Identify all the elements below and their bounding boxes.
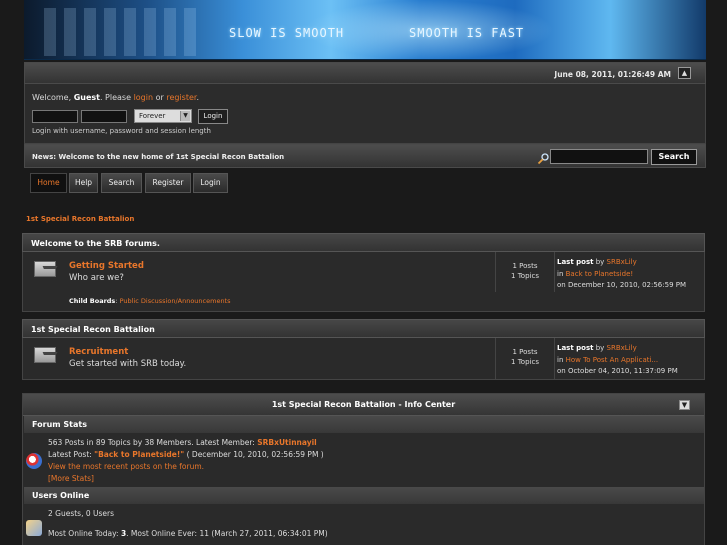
board-topics: 1 Topics [511,272,539,280]
period: . [196,93,200,102]
collapse-header-button[interactable]: ▲ [678,67,691,79]
most-online-ever: . Most Online Ever: 11 (March 27, 2011, … [126,529,328,538]
last-post-author[interactable]: SRBxLily [607,258,637,266]
please-text: . Please [99,93,134,102]
forum-stats-header: Forum Stats [24,416,704,433]
banner-decoration [44,8,204,56]
child-boards-label: Child Boards [69,297,116,305]
users-online-count: 2 Guests, 0 Users [48,509,115,518]
most-online-label: Most Online Today: [48,529,121,538]
last-post-topic[interactable]: Back to Planetside! [566,270,634,278]
last-post-date: on October 04, 2010, 11:37:09 PM [557,367,678,375]
latest-post-link[interactable]: "Back to Planetside!" [94,450,184,459]
last-post-author[interactable]: SRBxLily [607,344,637,352]
board-title[interactable]: Getting Started [69,261,144,271]
users-online-header: Users Online [24,487,704,504]
tab-login[interactable]: Login [193,173,228,193]
child-boards: Child Boards: Public Discussion/Announce… [69,297,231,305]
board-last-post: Last post by SRBxLily in How To Post An … [557,343,678,378]
more-stats-link[interactable]: [More Stats] [48,474,94,483]
last-post-topic[interactable]: How To Post An Applicati... [566,356,658,364]
tab-home[interactable]: Home [30,173,67,193]
last-post-date: on December 10, 2010, 02:56:59 PM [557,281,687,289]
latest-member-link[interactable]: SRBxUtinnayil [257,438,317,447]
info-center-toggle-button[interactable]: ▼ [679,400,690,410]
login-hint: Login with username, password and sessio… [32,127,211,135]
board-icon [34,347,56,363]
users-online-icon [26,520,42,536]
stats-summary: 563 Posts in 89 Topics by 38 Members. La… [48,438,258,447]
board-icon [34,261,56,277]
current-datetime: June 08, 2011, 01:26:49 AM [554,70,671,79]
news-text: News: Welcome to the new home of 1st Spe… [32,153,285,161]
in-text: in [557,269,564,278]
board-description: Who are we? [69,273,124,283]
arrow-up-icon: ▲ [681,69,688,77]
chevron-down-icon: ▼ [180,111,190,121]
search-button[interactable]: Search [651,149,697,165]
board-stats: 1 Posts 1 Topics [495,338,555,379]
stats-icon [26,453,42,469]
top-bar: June 08, 2011, 01:26:49 AM ▲ [24,62,706,84]
by-text: by [595,344,605,352]
board-posts: 1 Posts [512,348,538,356]
username-input[interactable] [32,110,78,123]
latest-post-date: ( December 10, 2010, 02:56:59 PM ) [184,450,324,459]
password-input[interactable] [81,110,127,123]
board-row: Recruitment Get started with SRB today. … [22,338,705,380]
board-description: Get started with SRB today. [69,359,187,369]
header-banner: SLOW IS SMOOTH SMOOTH IS FAST [24,0,706,60]
board-stats: 1 Posts 1 Topics [495,252,555,292]
info-center-title: 1st Special Recon Battalion - Info Cente… [271,400,456,409]
board-topics: 1 Topics [511,358,539,366]
user-area: Welcome, Guest. Please login or register… [24,84,706,144]
login-button[interactable]: Login [198,109,228,124]
last-post-label: Last post [557,258,594,266]
tab-help[interactable]: Help [69,173,98,193]
category-header[interactable]: 1st Special Recon Battalion [22,319,705,338]
latest-post-label: Latest Post: [48,450,95,459]
tab-register[interactable]: Register [145,173,191,193]
forum-stats: 563 Posts in 89 Topics by 38 Members. La… [48,437,324,485]
chevron-down-icon: ▼ [681,401,688,409]
search-input[interactable] [550,149,648,164]
by-text: by [595,258,605,266]
category-header[interactable]: Welcome to the SRB forums. [22,233,705,252]
in-text: in [557,355,564,364]
welcome-prefix: Welcome, [32,93,74,102]
banner-slogan-left: SLOW IS SMOOTH [229,26,345,40]
news-bar: News: Welcome to the new home of 1st Spe… [24,144,706,168]
board-posts: 1 Posts [512,262,538,270]
login-link[interactable]: login [134,93,154,102]
info-center: 1st Special Recon Battalion - Info Cente… [22,393,705,545]
guest-label: Guest [73,93,100,102]
board-title[interactable]: Recruitment [69,347,128,357]
register-link[interactable]: register [166,93,196,102]
breadcrumb[interactable]: 1st Special Recon Battalion [26,215,134,223]
last-post-label: Last post [557,344,594,352]
child-board-link[interactable]: Public Discussion/Announcements [120,297,231,305]
session-length-select[interactable]: Forever ▼ [134,109,192,123]
tab-search[interactable]: Search [101,173,142,193]
recent-posts-link[interactable]: View the most recent posts on the forum. [48,462,204,471]
session-length-value: Forever [139,112,166,120]
board-row: Getting Started Who are we? 1 Posts 1 To… [22,252,705,312]
info-center-header: 1st Special Recon Battalion - Info Cente… [23,394,704,416]
users-online: 2 Guests, 0 Users Most Online Today: 3. … [48,508,328,540]
or-text: or [153,93,167,102]
board-last-post: Last post by SRBxLily in Back to Planets… [557,257,686,292]
banner-slogan-right: SMOOTH IS FAST [409,26,525,40]
welcome-message: Welcome, Guest. Please login or register… [32,93,199,102]
search-icon [537,153,549,165]
